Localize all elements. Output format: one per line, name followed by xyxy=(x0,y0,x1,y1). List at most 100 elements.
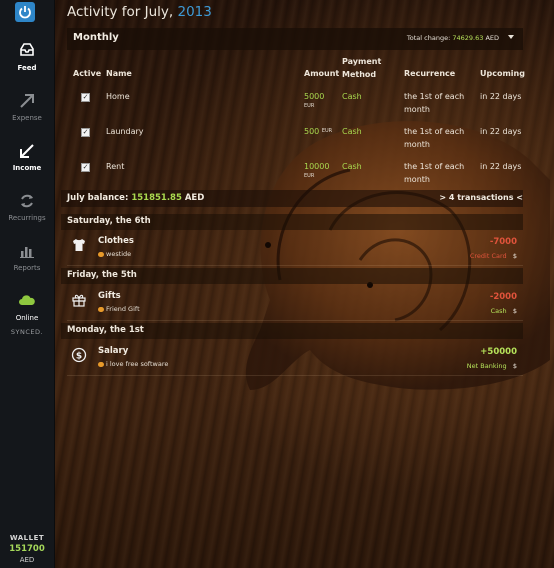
day-header: Friday, the 5th xyxy=(61,268,523,284)
recurring-upcoming: in 22 days xyxy=(480,127,522,136)
day-header-label: Monday, the 1st xyxy=(67,325,144,335)
column-header-payment-line2: Method xyxy=(342,70,377,79)
inbox-icon xyxy=(20,43,34,56)
sidebar-item-online[interactable]: Online xyxy=(0,290,54,322)
transaction-row[interactable]: Clothes westide -7000 Credit Card $ xyxy=(67,233,523,266)
recurring-recurrence: the 1st of each month xyxy=(404,160,464,186)
transaction-note-text: westide xyxy=(106,250,132,258)
total-change-amount: 74629.63 xyxy=(452,34,484,42)
comment-icon xyxy=(98,251,104,257)
recurring-amount: 5000 xyxy=(304,92,325,101)
total-change-currency: AED xyxy=(485,34,499,42)
year-selector[interactable]: 2013 xyxy=(178,4,212,20)
sidebar-item-label: Income xyxy=(12,164,42,172)
transaction-amount: -2000 xyxy=(489,292,517,302)
transaction-method-name: Cash xyxy=(490,307,507,315)
column-header-amount: Amount xyxy=(304,69,340,78)
tshirt-icon xyxy=(73,239,85,251)
transaction-amount: +50000 xyxy=(480,347,517,357)
column-header-name: Name xyxy=(106,69,132,78)
recurring-amount: 10000 xyxy=(304,162,330,171)
column-header-active: Active xyxy=(73,69,102,78)
sidebar-item-label: Expense xyxy=(12,114,42,122)
total-change: Total change: 74629.63 AED xyxy=(407,34,499,42)
power-icon[interactable] xyxy=(15,2,35,22)
transaction-method: Cash $ xyxy=(491,307,517,315)
transaction-method: Credit Card $ xyxy=(470,252,517,260)
recurring-method: Cash xyxy=(342,127,362,136)
transaction-name: Clothes xyxy=(98,236,134,246)
page-title-text: Activity for July, xyxy=(67,4,174,20)
monthly-panel-header: Monthly Total change: 74629.63 AED xyxy=(67,28,523,50)
balance-currency: AED xyxy=(184,193,205,203)
arrow-up-right-icon xyxy=(20,94,34,108)
sidebar-item-label: Reports xyxy=(13,264,41,272)
sync-status: SYNCED. xyxy=(10,328,44,336)
recurrence-line2: month xyxy=(404,175,430,184)
recurring-amount: 500 EUR xyxy=(304,125,332,138)
recurring-name: Home xyxy=(106,92,130,101)
transactions-toggle[interactable]: > 4 transactions < xyxy=(439,193,523,202)
page-title: Activity for July, 2013 xyxy=(67,4,212,20)
day-header: Saturday, the 6th xyxy=(61,214,523,230)
transaction-row[interactable]: Gifts Friend Gift -2000 Cash $ xyxy=(67,288,523,321)
july-balance: July balance: 151851.85 AED xyxy=(67,193,204,203)
wallet-label: WALLET xyxy=(9,534,45,542)
recurring-currency: EUR xyxy=(321,128,333,134)
recurrence-line2: month xyxy=(404,105,430,114)
recurring-name: Rent xyxy=(106,162,125,171)
sidebar-item-reports[interactable]: Reports xyxy=(0,240,54,272)
transaction-amount: -7000 xyxy=(489,237,517,247)
refresh-icon xyxy=(21,194,33,208)
column-header-recurrence: Recurrence xyxy=(404,69,456,78)
monthly-title: Monthly xyxy=(73,32,119,43)
balance-amount: 151851.85 xyxy=(131,193,182,203)
sidebar-item-income[interactable]: Income xyxy=(0,140,54,172)
recurrence-line1: the 1st of each xyxy=(404,162,465,171)
active-checkbox[interactable]: ✓ xyxy=(81,128,90,137)
transaction-note: Friend Gift xyxy=(98,305,140,313)
transaction-name: Salary xyxy=(98,346,129,356)
recurring-method: Cash xyxy=(342,92,362,101)
transaction-note: i love free software xyxy=(98,360,168,368)
recurring-name: Laundary xyxy=(106,127,144,136)
day-header: Monday, the 1st xyxy=(61,323,523,339)
recurring-upcoming: in 22 days xyxy=(480,92,522,101)
transaction-note-text: i love free software xyxy=(106,360,169,368)
sidebar: Feed Expense Income Recurrings Reports O… xyxy=(0,0,55,568)
recurring-currency: EUR xyxy=(304,103,315,109)
column-header-payment-method: Payment Method xyxy=(342,55,381,81)
arrow-down-left-icon xyxy=(20,144,34,158)
column-header-payment-line1: Payment xyxy=(342,57,382,66)
transaction-currency: $ xyxy=(512,362,517,370)
chevron-down-icon[interactable] xyxy=(508,35,514,39)
bar-chart-icon xyxy=(20,247,34,258)
transaction-currency: $ xyxy=(512,307,517,315)
day-header-label: Saturday, the 6th xyxy=(67,216,151,226)
active-checkbox[interactable]: ✓ xyxy=(81,93,90,102)
day-header-label: Friday, the 5th xyxy=(67,270,137,280)
recurring-recurrence: the 1st of each month xyxy=(404,90,464,116)
recurring-amount-value: 500 xyxy=(304,127,320,136)
cloud-icon xyxy=(19,295,35,305)
gift-icon xyxy=(72,294,86,307)
svg-text:$: $ xyxy=(76,352,82,362)
recurrence-line1: the 1st of each xyxy=(404,92,465,101)
sidebar-item-feed[interactable]: Feed xyxy=(0,40,54,72)
sidebar-item-expense[interactable]: Expense xyxy=(0,90,54,122)
recurring-method: Cash xyxy=(342,162,362,171)
recurring-recurrence: the 1st of each month xyxy=(404,125,464,151)
wallet-amount: 151700 xyxy=(9,544,45,554)
sidebar-item-recurrings[interactable]: Recurrings xyxy=(0,190,54,222)
comment-icon xyxy=(98,306,104,312)
total-change-label: Total change: xyxy=(406,34,451,42)
transaction-name: Gifts xyxy=(98,291,121,301)
sidebar-item-label: Recurrings xyxy=(8,214,46,222)
transaction-row[interactable]: $ Salary i love free software +50000 Net… xyxy=(67,343,523,376)
wallet-currency: AED xyxy=(19,556,35,564)
recurring-upcoming: in 22 days xyxy=(480,162,522,171)
transaction-note: westide xyxy=(98,250,131,258)
active-checkbox[interactable]: ✓ xyxy=(81,163,90,172)
recurring-currency: EUR xyxy=(304,173,315,179)
transaction-note-text: Friend Gift xyxy=(106,305,140,313)
